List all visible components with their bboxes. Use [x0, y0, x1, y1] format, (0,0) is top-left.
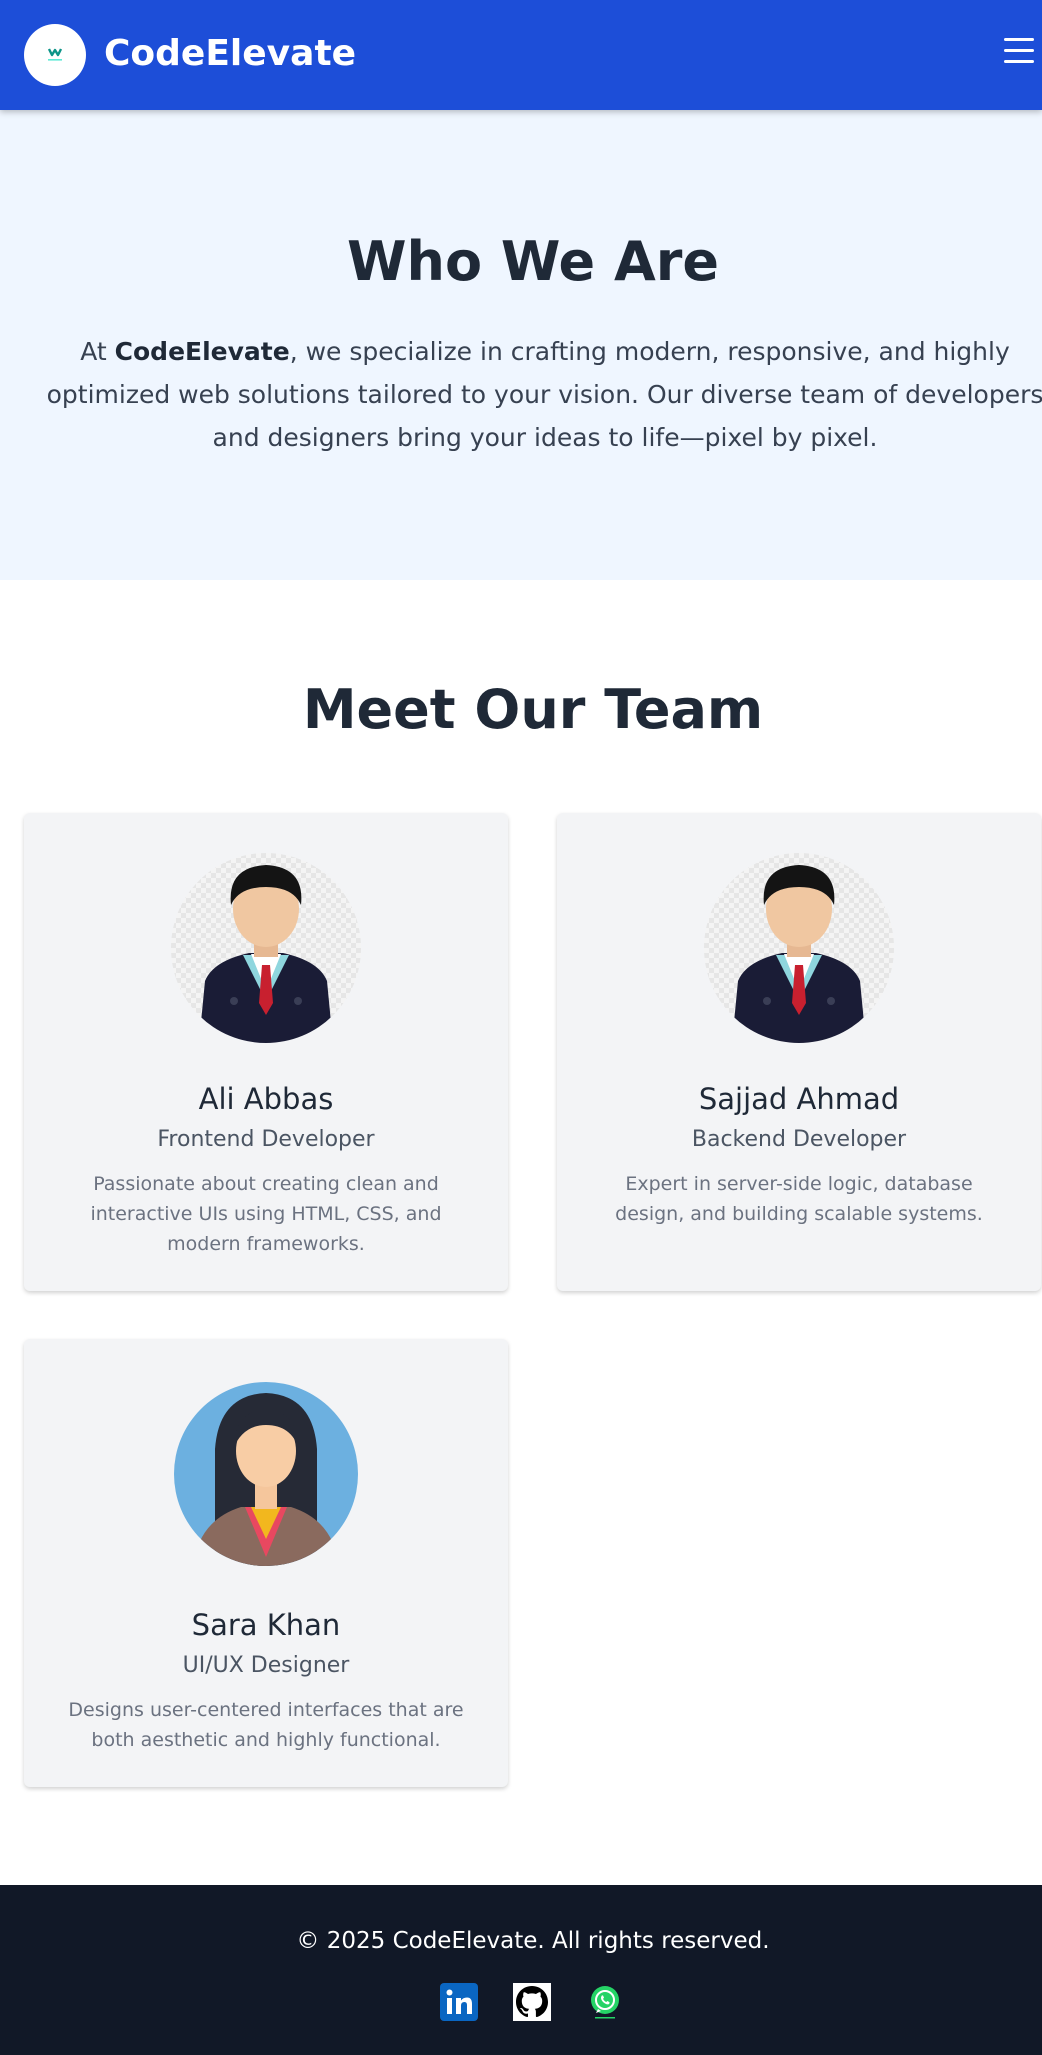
copyright-text: © 2025 CodeElevate. All rights reserved.	[296, 1928, 770, 1954]
male-avatar-icon	[704, 853, 894, 1043]
member-role: Backend Developer	[691, 1127, 907, 1152]
linkedin-icon[interactable]	[440, 1983, 478, 2021]
team-card-sajjad-ahmad: Sajjad Ahmad Backend Developer Expert in…	[557, 813, 1041, 1291]
member-name: Ali Abbas	[198, 1082, 334, 1116]
github-icon[interactable]	[513, 1983, 551, 2021]
about-title: Who We Are	[346, 230, 719, 293]
member-description: Expert in server-side logic, database de…	[615, 1173, 983, 1225]
member-role: Frontend Developer	[157, 1127, 375, 1152]
member-name: Sara Khan	[191, 1608, 341, 1642]
site-header: CodeElevate	[0, 0, 1042, 110]
team-card-ali-abbas: Ali Abbas Frontend Developer Passionate …	[24, 813, 508, 1291]
hamburger-menu-icon[interactable]	[1004, 38, 1034, 64]
member-role: UI/UX Designer	[182, 1653, 350, 1678]
about-text: At CodeElevate, we specialize in craftin…	[46, 337, 1042, 452]
male-avatar-icon	[171, 853, 361, 1043]
site-footer: © 2025 CodeElevate. All rights reserved.	[0, 1885, 1042, 2055]
about-section: Who We Are At CodeElevate, we specialize…	[0, 110, 1042, 580]
member-description: Designs user-centered interfaces that ar…	[68, 1699, 464, 1751]
female-avatar-icon	[174, 1382, 358, 1566]
brand-name[interactable]: CodeElevate	[104, 32, 356, 76]
whatsapp-icon[interactable]	[586, 1983, 624, 2021]
member-name: Sajjad Ahmad	[698, 1082, 900, 1116]
team-card-sara-khan: Sara Khan UI/UX Designer Designs user-ce…	[24, 1339, 508, 1787]
about-brand: CodeElevate	[114, 337, 290, 366]
member-description: Passionate about creating clean and inte…	[90, 1173, 442, 1255]
team-title: Meet Our Team	[302, 678, 764, 741]
logo-icon[interactable]	[24, 24, 86, 86]
